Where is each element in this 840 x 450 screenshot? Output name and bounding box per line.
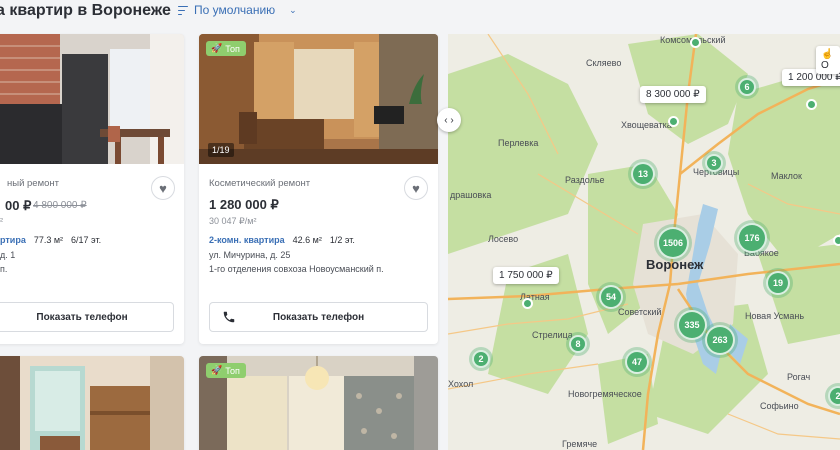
sort-icon	[178, 5, 188, 15]
map[interactable]: Комсомольский Скляево Хвощеватка Перлевк…	[448, 34, 840, 450]
top-badge: 🚀 Топ	[206, 363, 246, 378]
listing-card[interactable]	[0, 356, 184, 450]
map-cluster[interactable]: 2	[472, 350, 490, 368]
map-price-bubble[interactable]: 8 300 000 ₽	[640, 86, 706, 103]
flat-area: 42.6 м²	[292, 235, 322, 245]
top-badge-label: Топ	[225, 365, 240, 376]
map-place-label: Новогремяческое	[568, 389, 642, 399]
address-district: 1-го отделения совхоза Новоусманский п.	[209, 264, 384, 274]
map-place-label: Лосево	[488, 234, 519, 244]
repair-type: Косметический ремонт	[209, 178, 311, 189]
map-place-label: Стрелица	[532, 330, 573, 340]
map-cluster[interactable]: 6	[738, 78, 756, 96]
address: ул. Мичурина, д. 25	[209, 250, 291, 260]
rocket-icon: 🚀	[211, 43, 223, 53]
map-place-label: Софьино	[760, 401, 799, 411]
map-place-label: Рогач	[787, 372, 811, 382]
map-cluster[interactable]: 263	[705, 325, 735, 355]
show-phone-label: Показать телефон	[36, 311, 128, 323]
collapse-map-arrows-icon[interactable]: ‹ ›	[437, 108, 461, 132]
top-badge: 🚀 Топ	[206, 41, 246, 56]
listing-header: а квартир в Воронеже По умолчанию ⌄	[0, 0, 448, 34]
sort-label: По умолчанию	[194, 3, 276, 17]
map-cluster[interactable]: 13	[631, 162, 655, 186]
favorite-heart-icon[interactable]: ♥	[151, 176, 175, 200]
favorite-heart-icon[interactable]: ♥	[404, 176, 428, 200]
map-place-label: драшовка	[450, 190, 492, 200]
flat-floor: 1/2 эт.	[329, 235, 355, 245]
map-cluster[interactable]: 19	[766, 271, 790, 295]
phone-icon	[223, 311, 235, 323]
price-per-m2: ²	[0, 216, 3, 226]
map-point[interactable]	[806, 99, 817, 110]
flat-params: 2-комн. квартира 42.6 м² 1/2 эт.	[209, 235, 355, 245]
map-cluster[interactable]: 1506	[657, 227, 689, 259]
map-place-label: Раздолье	[565, 175, 605, 185]
address-district: п.	[0, 264, 8, 274]
map-cluster[interactable]: 3	[705, 154, 723, 172]
map-cluster[interactable]: 176	[737, 223, 767, 253]
top-badge-label: Топ	[225, 43, 240, 54]
map-control-label: О	[821, 60, 829, 71]
map-place-label: Скляево	[586, 58, 622, 68]
listing-photo[interactable]: 🚀 Топ	[199, 356, 438, 450]
map-place-label: Маклок	[771, 171, 802, 181]
map-place-label: Хохол	[448, 379, 474, 389]
map-place-label: Советский	[618, 307, 662, 317]
flat-params: ртира 77.3 м² 6/17 эт.	[0, 235, 101, 245]
map-cluster[interactable]: 8	[569, 335, 587, 353]
sort-dropdown[interactable]: По умолчанию ⌄	[178, 3, 297, 17]
flat-type[interactable]: 2-комн. квартира	[209, 235, 285, 245]
show-phone-label: Показать телефон	[272, 311, 365, 323]
map-point[interactable]	[690, 37, 701, 48]
map-city-label: Воронеж	[646, 257, 704, 272]
map-point[interactable]	[522, 298, 533, 309]
rocket-icon: 🚀	[211, 365, 223, 375]
listing-photo[interactable]: 🚀 Топ 1/19	[199, 34, 438, 164]
listing-photo[interactable]	[0, 356, 184, 450]
page-title: а квартир в Воронеже	[0, 2, 171, 19]
map-drawing-control[interactable]: ☝О	[816, 46, 840, 74]
listing-card[interactable]: ный ремонт ♥ 00 ₽ 4 800 000 ₽ ² ртира 77…	[0, 34, 184, 344]
photo-counter: 1/19	[208, 143, 234, 157]
listing-page: а квартир в Воронеже По умолчанию ⌄ ный …	[0, 0, 840, 450]
price: 1 280 000 ₽	[209, 197, 279, 212]
repair-type: ный ремонт	[7, 178, 59, 189]
flat-type[interactable]: ртира	[0, 235, 26, 245]
price: 00 ₽	[5, 198, 32, 213]
map-cluster[interactable]: 335	[677, 310, 707, 340]
map-point[interactable]	[833, 235, 840, 246]
address: д. 1	[0, 250, 16, 260]
listing-card[interactable]: 🚀 Топ 1/19 Косметический ремонт ♥ 1 280 0…	[199, 34, 438, 344]
flat-floor: 6/17 эт.	[71, 235, 102, 245]
price-per-m2: 30 047 ₽/м²	[209, 216, 257, 226]
old-price: 4 800 000 ₽	[33, 200, 87, 211]
map-place-label: Гремяче	[562, 439, 598, 449]
map-place-label: Новая Усмань	[745, 311, 805, 321]
show-phone-button[interactable]: Показать телефон	[0, 302, 174, 332]
hand-pointer-icon: ☝	[821, 49, 834, 60]
flat-area: 77.3 м²	[33, 235, 64, 245]
map-place-label: Перлевка	[498, 138, 539, 148]
listing-photo[interactable]	[0, 34, 184, 164]
map-place-label: Хвощеватка	[621, 120, 672, 130]
chevron-down-icon: ⌄	[289, 4, 297, 15]
map-cluster[interactable]: 54	[599, 285, 623, 309]
map-price-bubble[interactable]: 1 750 000 ₽	[493, 267, 559, 284]
map-cluster[interactable]: 47	[625, 350, 649, 374]
show-phone-button[interactable]: Показать телефон	[209, 302, 428, 332]
map-point[interactable]	[668, 116, 679, 127]
listing-card[interactable]: 🚀 Топ	[199, 356, 438, 450]
